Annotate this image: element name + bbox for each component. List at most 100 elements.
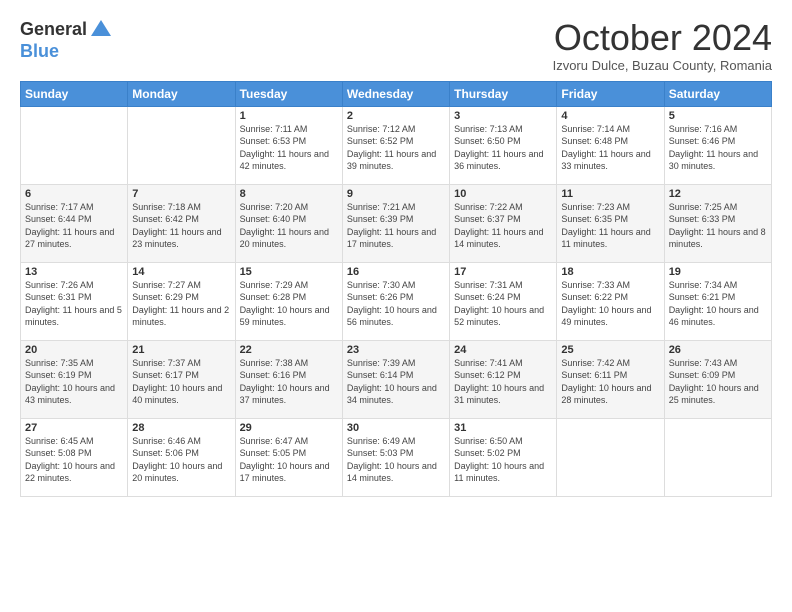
calendar-cell: 25Sunrise: 7:42 AM Sunset: 6:11 PM Dayli…	[557, 340, 664, 418]
day-detail: Sunrise: 7:18 AM Sunset: 6:42 PM Dayligh…	[132, 201, 230, 251]
day-detail: Sunrise: 6:45 AM Sunset: 5:08 PM Dayligh…	[25, 435, 123, 485]
calendar-cell: 1Sunrise: 7:11 AM Sunset: 6:53 PM Daylig…	[235, 106, 342, 184]
day-number: 6	[25, 188, 123, 200]
title-area: October 2024 Izvoru Dulce, Buzau County,…	[553, 18, 772, 73]
day-header-sunday: Sunday	[21, 81, 128, 106]
header-row: SundayMondayTuesdayWednesdayThursdayFrid…	[21, 81, 772, 106]
day-number: 10	[454, 188, 552, 200]
calendar-cell	[557, 418, 664, 496]
week-row-5: 27Sunrise: 6:45 AM Sunset: 5:08 PM Dayli…	[21, 418, 772, 496]
calendar-cell: 12Sunrise: 7:25 AM Sunset: 6:33 PM Dayli…	[664, 184, 771, 262]
calendar-cell: 27Sunrise: 6:45 AM Sunset: 5:08 PM Dayli…	[21, 418, 128, 496]
calendar-cell: 17Sunrise: 7:31 AM Sunset: 6:24 PM Dayli…	[450, 262, 557, 340]
calendar-cell: 26Sunrise: 7:43 AM Sunset: 6:09 PM Dayli…	[664, 340, 771, 418]
day-number: 1	[240, 110, 338, 122]
calendar-cell: 21Sunrise: 7:37 AM Sunset: 6:17 PM Dayli…	[128, 340, 235, 418]
day-number: 18	[561, 266, 659, 278]
day-detail: Sunrise: 7:20 AM Sunset: 6:40 PM Dayligh…	[240, 201, 338, 251]
day-number: 29	[240, 422, 338, 434]
day-detail: Sunrise: 7:11 AM Sunset: 6:53 PM Dayligh…	[240, 123, 338, 173]
day-detail: Sunrise: 7:31 AM Sunset: 6:24 PM Dayligh…	[454, 279, 552, 329]
day-detail: Sunrise: 7:17 AM Sunset: 6:44 PM Dayligh…	[25, 201, 123, 251]
logo-icon	[89, 18, 113, 42]
day-detail: Sunrise: 7:22 AM Sunset: 6:37 PM Dayligh…	[454, 201, 552, 251]
day-detail: Sunrise: 7:13 AM Sunset: 6:50 PM Dayligh…	[454, 123, 552, 173]
day-number: 31	[454, 422, 552, 434]
day-number: 28	[132, 422, 230, 434]
day-number: 12	[669, 188, 767, 200]
calendar-cell: 31Sunrise: 6:50 AM Sunset: 5:02 PM Dayli…	[450, 418, 557, 496]
day-detail: Sunrise: 7:41 AM Sunset: 6:12 PM Dayligh…	[454, 357, 552, 407]
calendar-cell: 28Sunrise: 6:46 AM Sunset: 5:06 PM Dayli…	[128, 418, 235, 496]
day-number: 5	[669, 110, 767, 122]
calendar-cell: 11Sunrise: 7:23 AM Sunset: 6:35 PM Dayli…	[557, 184, 664, 262]
calendar-cell: 15Sunrise: 7:29 AM Sunset: 6:28 PM Dayli…	[235, 262, 342, 340]
day-detail: Sunrise: 7:43 AM Sunset: 6:09 PM Dayligh…	[669, 357, 767, 407]
day-detail: Sunrise: 7:21 AM Sunset: 6:39 PM Dayligh…	[347, 201, 445, 251]
day-detail: Sunrise: 6:46 AM Sunset: 5:06 PM Dayligh…	[132, 435, 230, 485]
calendar-cell: 16Sunrise: 7:30 AM Sunset: 6:26 PM Dayli…	[342, 262, 449, 340]
day-detail: Sunrise: 6:50 AM Sunset: 5:02 PM Dayligh…	[454, 435, 552, 485]
day-number: 14	[132, 266, 230, 278]
day-number: 30	[347, 422, 445, 434]
day-detail: Sunrise: 7:27 AM Sunset: 6:29 PM Dayligh…	[132, 279, 230, 329]
calendar-table: SundayMondayTuesdayWednesdayThursdayFrid…	[20, 81, 772, 497]
day-detail: Sunrise: 7:33 AM Sunset: 6:22 PM Dayligh…	[561, 279, 659, 329]
calendar-cell: 6Sunrise: 7:17 AM Sunset: 6:44 PM Daylig…	[21, 184, 128, 262]
calendar-cell: 8Sunrise: 7:20 AM Sunset: 6:40 PM Daylig…	[235, 184, 342, 262]
day-number: 23	[347, 344, 445, 356]
day-header-thursday: Thursday	[450, 81, 557, 106]
week-row-4: 20Sunrise: 7:35 AM Sunset: 6:19 PM Dayli…	[21, 340, 772, 418]
day-detail: Sunrise: 7:35 AM Sunset: 6:19 PM Dayligh…	[25, 357, 123, 407]
day-detail: Sunrise: 7:37 AM Sunset: 6:17 PM Dayligh…	[132, 357, 230, 407]
day-header-monday: Monday	[128, 81, 235, 106]
calendar-cell: 23Sunrise: 7:39 AM Sunset: 6:14 PM Dayli…	[342, 340, 449, 418]
day-header-friday: Friday	[557, 81, 664, 106]
day-detail: Sunrise: 6:47 AM Sunset: 5:05 PM Dayligh…	[240, 435, 338, 485]
calendar-cell: 30Sunrise: 6:49 AM Sunset: 5:03 PM Dayli…	[342, 418, 449, 496]
header: General Blue October 2024 Izvoru Dulce, …	[20, 18, 772, 73]
day-number: 19	[669, 266, 767, 278]
day-detail: Sunrise: 7:23 AM Sunset: 6:35 PM Dayligh…	[561, 201, 659, 251]
day-number: 8	[240, 188, 338, 200]
calendar-cell: 9Sunrise: 7:21 AM Sunset: 6:39 PM Daylig…	[342, 184, 449, 262]
day-number: 16	[347, 266, 445, 278]
day-detail: Sunrise: 6:49 AM Sunset: 5:03 PM Dayligh…	[347, 435, 445, 485]
day-number: 21	[132, 344, 230, 356]
calendar-cell: 7Sunrise: 7:18 AM Sunset: 6:42 PM Daylig…	[128, 184, 235, 262]
week-row-2: 6Sunrise: 7:17 AM Sunset: 6:44 PM Daylig…	[21, 184, 772, 262]
calendar-cell: 14Sunrise: 7:27 AM Sunset: 6:29 PM Dayli…	[128, 262, 235, 340]
day-number: 4	[561, 110, 659, 122]
day-detail: Sunrise: 7:25 AM Sunset: 6:33 PM Dayligh…	[669, 201, 767, 251]
day-detail: Sunrise: 7:39 AM Sunset: 6:14 PM Dayligh…	[347, 357, 445, 407]
day-detail: Sunrise: 7:29 AM Sunset: 6:28 PM Dayligh…	[240, 279, 338, 329]
week-row-1: 1Sunrise: 7:11 AM Sunset: 6:53 PM Daylig…	[21, 106, 772, 184]
day-number: 22	[240, 344, 338, 356]
day-number: 13	[25, 266, 123, 278]
page: General Blue October 2024 Izvoru Dulce, …	[0, 0, 792, 507]
calendar-cell: 5Sunrise: 7:16 AM Sunset: 6:46 PM Daylig…	[664, 106, 771, 184]
day-number: 9	[347, 188, 445, 200]
day-detail: Sunrise: 7:12 AM Sunset: 6:52 PM Dayligh…	[347, 123, 445, 173]
day-header-saturday: Saturday	[664, 81, 771, 106]
calendar-cell: 3Sunrise: 7:13 AM Sunset: 6:50 PM Daylig…	[450, 106, 557, 184]
calendar-cell: 13Sunrise: 7:26 AM Sunset: 6:31 PM Dayli…	[21, 262, 128, 340]
week-row-3: 13Sunrise: 7:26 AM Sunset: 6:31 PM Dayli…	[21, 262, 772, 340]
day-header-tuesday: Tuesday	[235, 81, 342, 106]
day-number: 24	[454, 344, 552, 356]
day-detail: Sunrise: 7:42 AM Sunset: 6:11 PM Dayligh…	[561, 357, 659, 407]
day-detail: Sunrise: 7:26 AM Sunset: 6:31 PM Dayligh…	[25, 279, 123, 329]
calendar-cell: 10Sunrise: 7:22 AM Sunset: 6:37 PM Dayli…	[450, 184, 557, 262]
calendar-cell: 4Sunrise: 7:14 AM Sunset: 6:48 PM Daylig…	[557, 106, 664, 184]
logo: General Blue	[20, 18, 113, 62]
subtitle: Izvoru Dulce, Buzau County, Romania	[553, 58, 772, 73]
calendar-cell	[664, 418, 771, 496]
logo-general: General	[20, 20, 87, 40]
day-detail: Sunrise: 7:34 AM Sunset: 6:21 PM Dayligh…	[669, 279, 767, 329]
calendar-cell	[21, 106, 128, 184]
month-title: October 2024	[553, 18, 772, 58]
day-detail: Sunrise: 7:16 AM Sunset: 6:46 PM Dayligh…	[669, 123, 767, 173]
day-number: 26	[669, 344, 767, 356]
calendar-cell: 2Sunrise: 7:12 AM Sunset: 6:52 PM Daylig…	[342, 106, 449, 184]
day-number: 25	[561, 344, 659, 356]
